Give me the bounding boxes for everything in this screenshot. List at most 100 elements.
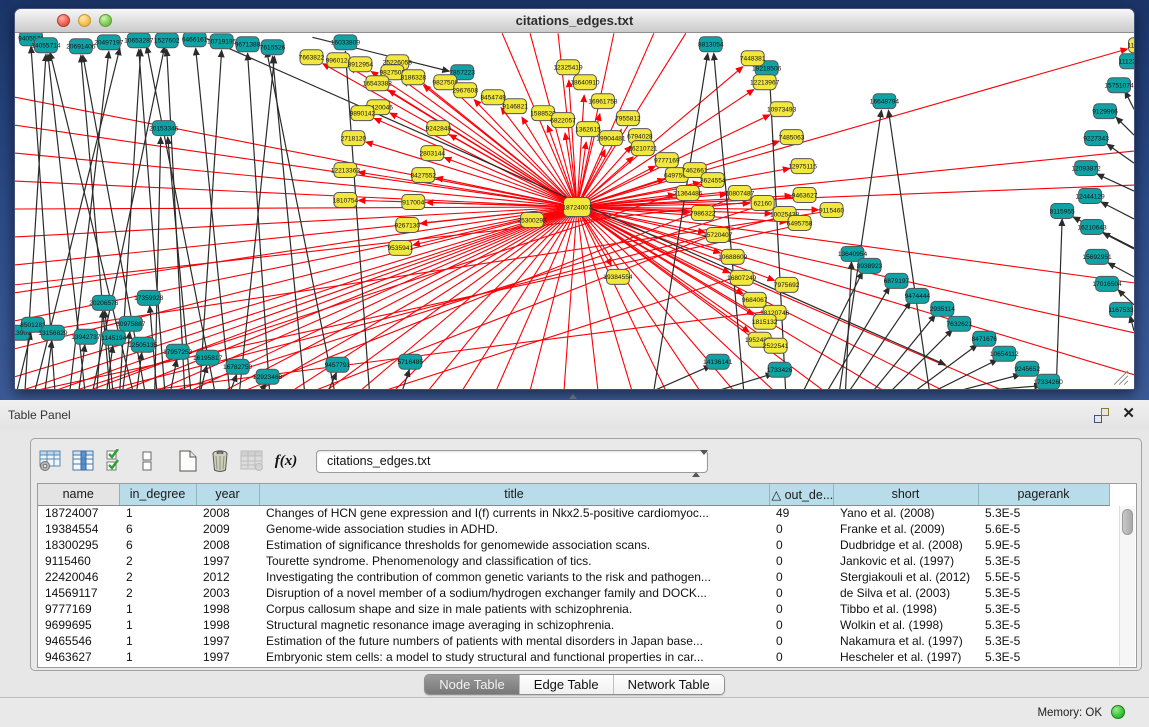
column-header-year[interactable]: year [196, 484, 259, 505]
network-node[interactable]: 1112304 [1119, 54, 1134, 69]
network-node[interactable]: 25300293 [517, 212, 547, 227]
network-node[interactable]: 9671388 [235, 37, 261, 52]
table-cell[interactable]: 22420046 [38, 569, 119, 585]
network-node[interactable]: 1362615 [575, 122, 601, 137]
table-cell[interactable]: Corpus callosum shape and size in male p… [259, 601, 769, 617]
table-row[interactable]: 946362711997Embryonic stem cells: a mode… [38, 649, 1109, 665]
table-cell[interactable]: 2 [119, 585, 196, 601]
table-cell[interactable]: 1997 [196, 649, 259, 665]
tab-edge-table[interactable]: Edge Table [520, 675, 614, 694]
table-cell[interactable]: 0 [769, 553, 833, 569]
network-window-titlebar[interactable]: citations_edges.txt [15, 9, 1134, 33]
network-node[interactable]: 9227343 [1083, 131, 1109, 146]
select-all-icon[interactable] [102, 447, 128, 475]
network-node[interactable]: 7955812 [615, 111, 641, 126]
network-node[interactable]: 2967608 [452, 83, 478, 98]
table-cell[interactable]: 19384554 [38, 521, 119, 537]
network-node[interactable]: 6879197 [884, 273, 910, 288]
table-cell[interactable]: 0 [769, 617, 833, 633]
network-node[interactable]: 9242848 [425, 121, 451, 136]
network-node[interactable]: 1815132 [752, 314, 778, 329]
import-table-icon[interactable] [239, 447, 265, 475]
network-node[interactable]: 1810754 [333, 193, 359, 208]
table-row[interactable]: 1938455462009Genome-wide association stu… [38, 521, 1109, 537]
table-cell[interactable]: 18300295 [38, 537, 119, 553]
network-node[interactable]: 17359928 [134, 290, 164, 305]
table-cell[interactable]: Jankovic et al. (1997) [833, 553, 978, 569]
table-cell[interactable]: Estimation of the future numbers of pati… [259, 633, 769, 649]
table-cell[interactable]: Estimation of significance thresholds fo… [259, 537, 769, 553]
network-node[interactable]: 20153346 [149, 121, 179, 136]
table-cell[interactable]: 1 [119, 633, 196, 649]
table-cell[interactable]: 2003 [196, 585, 259, 601]
table-cell[interactable]: 9777169 [38, 601, 119, 617]
column-visibility-icon[interactable] [70, 447, 96, 475]
network-node[interactable]: 2803144 [419, 146, 445, 161]
network-node[interactable]: 1167533 [1108, 302, 1133, 317]
table-cell[interactable]: 5.3E-5 [978, 553, 1109, 569]
new-column-icon[interactable] [175, 447, 201, 475]
network-node[interactable]: 9463627 [792, 188, 818, 203]
table-cell[interactable]: 2008 [196, 537, 259, 553]
table-cell[interactable]: 0 [769, 569, 833, 585]
table-cell[interactable]: 14569117 [38, 585, 119, 601]
table-cell[interactable]: Embryonic stem cells: a model to study s… [259, 649, 769, 665]
network-node[interactable]: 7485063 [779, 130, 805, 145]
table-cell[interactable]: 5.3E-5 [978, 633, 1109, 649]
table-cell[interactable]: 6 [119, 537, 196, 553]
table-cell[interactable]: Changes of HCN gene expression and I(f) … [259, 505, 769, 521]
network-node[interactable]: 9146821 [502, 99, 528, 114]
table-cell[interactable]: 18724007 [38, 505, 119, 521]
network-node[interactable]: 15720407 [703, 227, 733, 242]
table-cell[interactable]: 9699695 [38, 617, 119, 633]
table-cell[interactable]: 0 [769, 537, 833, 553]
network-node[interactable]: 2522541 [763, 338, 789, 353]
tab-node-table[interactable]: Node Table [425, 675, 520, 694]
network-node[interactable]: 9535941 [388, 240, 414, 255]
network-node[interactable]: 20497197 [94, 35, 124, 50]
network-node[interactable]: 14055714 [31, 38, 61, 53]
network-node[interactable]: 8813054 [698, 37, 724, 52]
network-node[interactable]: 16543382 [363, 76, 393, 91]
clear-selection-icon[interactable] [134, 447, 160, 475]
network-node[interactable]: 15692951 [1082, 249, 1112, 264]
network-node[interactable]: 16961758 [588, 94, 618, 109]
resize-grip-icon[interactable] [1119, 376, 1128, 385]
network-node[interactable]: 5716485 [397, 354, 423, 369]
network-node[interactable]: 6495758 [787, 215, 813, 230]
table-cell[interactable]: 5.9E-5 [978, 537, 1109, 553]
table-cell[interactable]: Yano et al. (2008) [833, 505, 978, 521]
column-header-out_de[interactable]: △ out_de... [769, 484, 833, 505]
network-node[interactable]: 14136141 [703, 354, 733, 369]
network-node[interactable]: 8471676 [971, 331, 997, 346]
splitter-handle-icon[interactable] [569, 394, 577, 399]
network-node[interactable]: 10688609 [718, 249, 748, 264]
table-cell[interactable]: 2012 [196, 569, 259, 585]
table-cell[interactable]: 2 [119, 569, 196, 585]
table-settings-icon[interactable] [38, 447, 64, 475]
resize-grip-icon[interactable] [1124, 381, 1128, 385]
network-node[interactable]: 8186328 [400, 70, 426, 85]
table-cell[interactable]: 0 [769, 633, 833, 649]
network-node[interactable]: 19904481 [596, 131, 626, 146]
table-row[interactable]: 1456911722003Disruption of a novel membe… [38, 585, 1109, 601]
network-graph[interactable]: 9405571140557142069140620497197106532871… [15, 33, 1134, 389]
table-cell[interactable]: 0 [769, 521, 833, 537]
table-cell[interactable]: Wolkin et al. (1998) [833, 617, 978, 633]
network-node[interactable]: 12505135 [128, 337, 158, 352]
network-node[interactable]: 12213967 [750, 75, 780, 90]
table-cell[interactable]: 1998 [196, 601, 259, 617]
column-header-in_degree[interactable]: in_degree [119, 484, 196, 505]
network-node[interactable]: 20691406 [66, 39, 96, 54]
table-cell[interactable]: de Silva et al. (2003) [833, 585, 978, 601]
network-node[interactable]: 16033809 [331, 35, 361, 50]
network-node[interactable]: 12975115 [788, 159, 817, 174]
network-node[interactable]: 7632621 [947, 316, 973, 331]
table-cell[interactable]: 1 [119, 649, 196, 665]
float-window-icon[interactable] [1094, 408, 1109, 423]
network-node[interactable]: 10973493 [767, 102, 797, 117]
network-node[interactable]: 6822057 [550, 113, 576, 128]
network-node[interactable]: 10653287 [124, 33, 154, 48]
network-canvas[interactable]: 9405571140557142069140620497197106532871… [15, 33, 1134, 389]
delete-icon[interactable] [207, 447, 233, 475]
